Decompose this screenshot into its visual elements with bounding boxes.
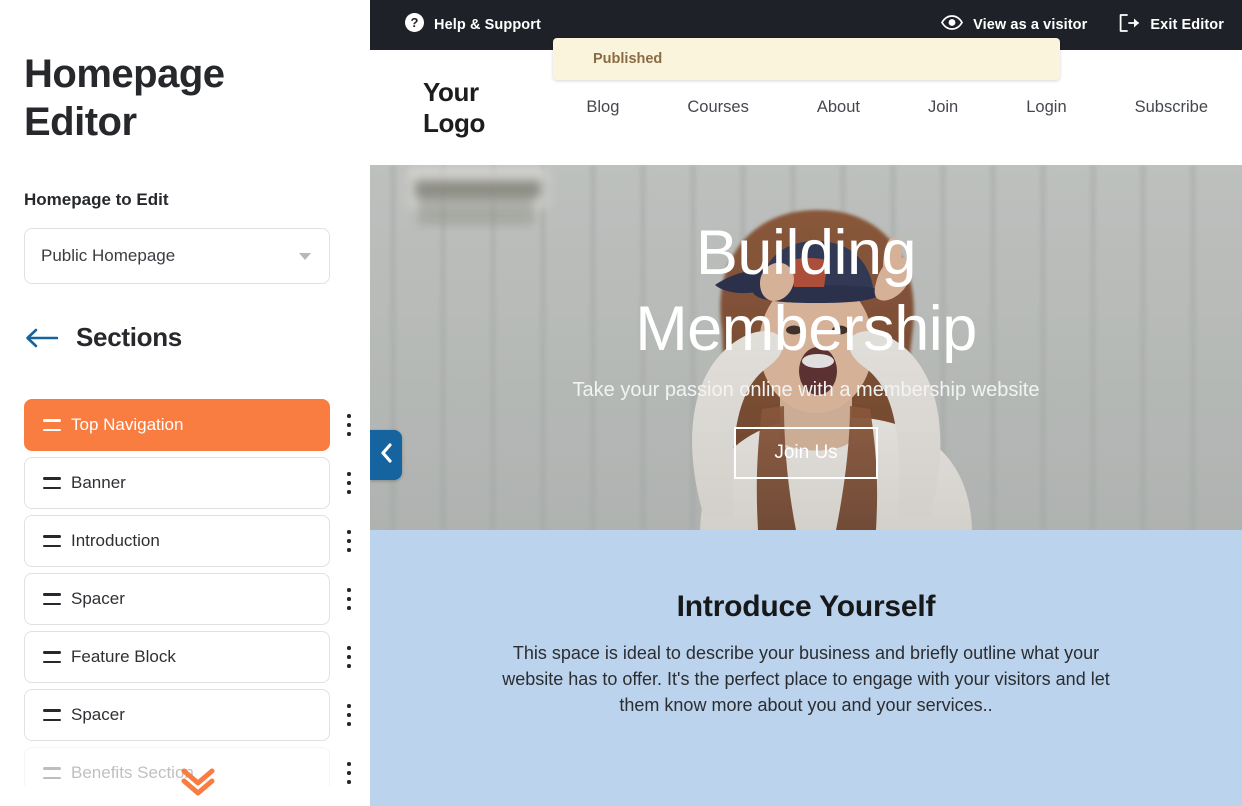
section-item-spacer[interactable]: Spacer xyxy=(24,573,330,625)
view-as-visitor-label: View as a visitor xyxy=(973,17,1088,33)
view-as-visitor-button[interactable]: View as a visitor xyxy=(941,15,1087,35)
section-item-top-navigation[interactable]: Top Navigation xyxy=(24,399,330,451)
hero-content: Building Membership Take your passion on… xyxy=(370,165,1242,530)
hero-heading: Building Membership xyxy=(635,218,977,364)
section-item-label: Banner xyxy=(71,473,126,492)
section-item-label: Spacer xyxy=(71,589,125,608)
introduction-body: This space is ideal to describe your bus… xyxy=(502,643,1110,715)
exit-editor-button[interactable]: Exit Editor xyxy=(1119,13,1224,37)
hero-banner: Building Membership Take your passion on… xyxy=(370,165,1242,530)
section-row: Spacer xyxy=(0,686,370,744)
question-circle-icon: ? xyxy=(405,13,424,37)
drag-handle-icon[interactable] xyxy=(43,419,61,431)
arrow-left-icon[interactable] xyxy=(24,327,58,349)
help-support-button[interactable]: ? Help & Support xyxy=(405,13,541,37)
section-options-menu-icon[interactable] xyxy=(340,472,358,494)
section-item-banner[interactable]: Banner xyxy=(24,457,330,509)
hero-subheading: Take your passion online with a membersh… xyxy=(572,379,1040,401)
section-item-spacer[interactable]: Spacer xyxy=(24,689,330,741)
drag-handle-icon[interactable] xyxy=(43,477,61,489)
introduction-section: Introduce Yourself This space is ideal t… xyxy=(370,530,1242,806)
site-nav-link-about[interactable]: About xyxy=(783,98,894,117)
section-item-label: Introduction xyxy=(71,531,160,550)
sections-header: Sections xyxy=(24,322,182,353)
homepage-editor-screen: Homepage Editor Homepage to Edit Public … xyxy=(0,0,1242,806)
collapse-panel-button[interactable] xyxy=(370,430,402,480)
site-nav-link-login[interactable]: Login xyxy=(992,98,1100,117)
chevron-left-icon xyxy=(380,442,393,468)
eye-icon xyxy=(941,15,964,35)
sections-list[interactable]: Top Navigation Banner Introduction Spacer Fe… xyxy=(0,396,370,786)
section-row: Banner xyxy=(0,454,370,512)
topbar-actions: View as a visitor Exit Editor xyxy=(941,13,1224,37)
drag-handle-icon[interactable] xyxy=(43,593,61,605)
section-options-menu-icon[interactable] xyxy=(340,646,358,668)
homepage-select[interactable]: Public Homepage xyxy=(24,228,330,284)
sections-title: Sections xyxy=(76,322,182,352)
drag-handle-icon[interactable] xyxy=(43,535,61,547)
drag-handle-icon[interactable] xyxy=(43,651,61,663)
site-nav-link-join[interactable]: Join xyxy=(894,98,992,117)
chevron-down-icon xyxy=(299,252,311,260)
page-title: Homepage Editor xyxy=(24,52,225,144)
section-item-label: Benefits Section xyxy=(71,763,194,782)
help-support-label: Help & Support xyxy=(434,17,541,33)
section-item-feature-block[interactable]: Feature Block xyxy=(24,631,330,683)
section-row: Introduction xyxy=(0,512,370,570)
section-row: Feature Block xyxy=(0,628,370,686)
section-options-menu-icon[interactable] xyxy=(340,762,358,784)
section-row: Top Navigation xyxy=(0,396,370,454)
section-options-menu-icon[interactable] xyxy=(340,530,358,552)
exit-editor-label: Exit Editor xyxy=(1150,17,1224,33)
section-item-label: Top Navigation xyxy=(71,415,184,434)
section-item-label: Spacer xyxy=(71,705,125,724)
section-options-menu-icon[interactable] xyxy=(340,704,358,726)
double-chevron-down-icon[interactable] xyxy=(177,766,219,800)
section-item-introduction[interactable]: Introduction xyxy=(24,515,330,567)
section-item-label: Feature Block xyxy=(71,647,176,666)
section-options-menu-icon[interactable] xyxy=(340,414,358,436)
site-logo: Your Logo xyxy=(423,76,485,138)
drag-handle-icon[interactable] xyxy=(43,709,61,721)
site-nav-link-courses[interactable]: Courses xyxy=(653,98,782,117)
published-toast-message: Published xyxy=(593,51,663,67)
site-nav-links: Blog Courses About Join Login Subscribe xyxy=(552,98,1242,117)
drag-handle-icon[interactable] xyxy=(43,767,61,779)
introduction-heading: Introduce Yourself xyxy=(676,590,936,623)
section-row: Spacer xyxy=(0,570,370,628)
homepage-to-edit-label: Homepage to Edit xyxy=(24,190,169,209)
section-options-menu-icon[interactable] xyxy=(340,588,358,610)
homepage-select-value: Public Homepage xyxy=(41,246,176,265)
published-toast: Published xyxy=(553,38,1060,80)
site-nav-link-blog[interactable]: Blog xyxy=(552,98,653,117)
svg-text:?: ? xyxy=(411,15,419,30)
editor-sidebar: Homepage Editor Homepage to Edit Public … xyxy=(0,0,370,806)
site-nav-link-subscribe[interactable]: Subscribe xyxy=(1101,98,1242,117)
logout-icon xyxy=(1119,13,1140,37)
preview-pane: ? Help & Support View as a visitor Exit … xyxy=(370,0,1242,806)
hero-cta-button[interactable]: Join Us xyxy=(734,427,878,479)
